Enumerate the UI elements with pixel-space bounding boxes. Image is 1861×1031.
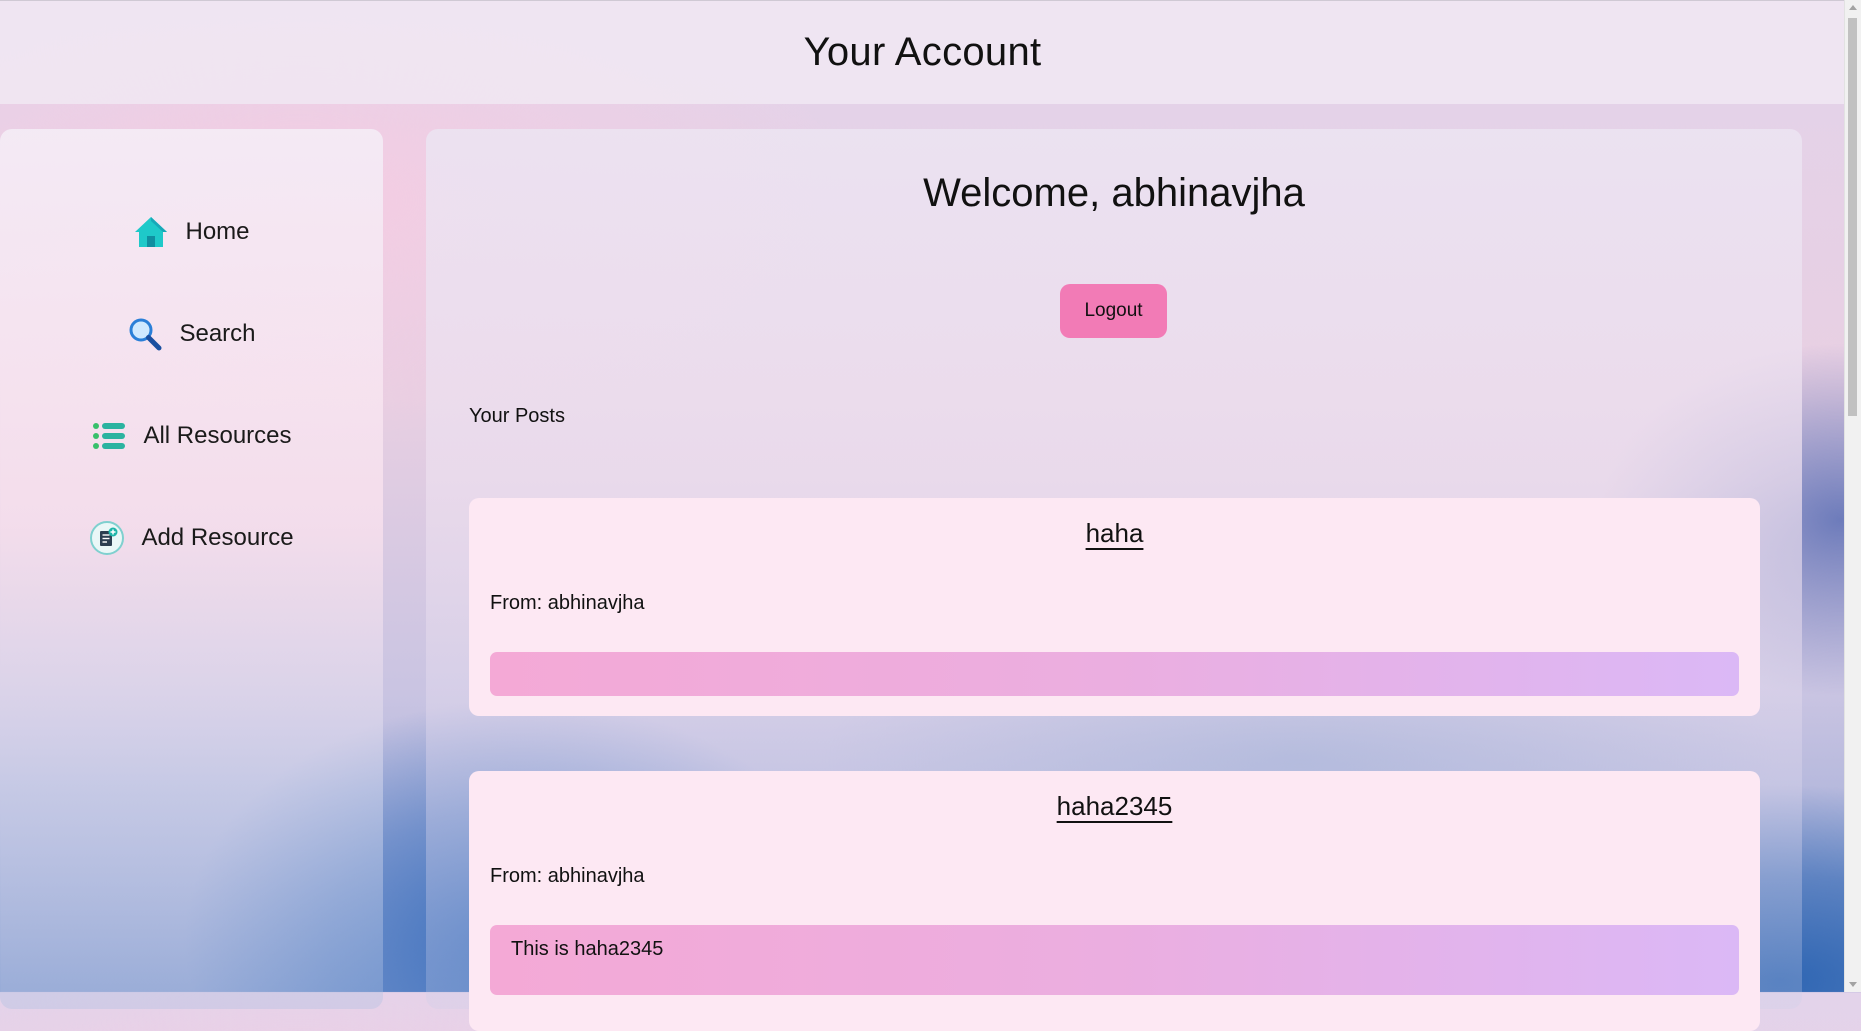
post-title-link[interactable]: haha bbox=[1086, 518, 1144, 548]
page-title: Your Account bbox=[803, 30, 1042, 74]
scroll-down-icon[interactable] bbox=[1849, 982, 1857, 987]
home-icon bbox=[133, 214, 169, 250]
post-body bbox=[490, 652, 1739, 696]
logout-button[interactable]: Logout bbox=[1060, 284, 1167, 338]
post-body: This is haha2345 bbox=[490, 925, 1739, 995]
scrollbar-thumb[interactable] bbox=[1848, 18, 1857, 416]
scroll-up-icon[interactable] bbox=[1849, 5, 1857, 10]
post-title: haha bbox=[469, 518, 1760, 549]
post-author: From: abhinavjha bbox=[490, 865, 645, 887]
post-author: From: abhinavjha bbox=[490, 592, 645, 614]
sidebar-item-search[interactable]: Search bbox=[0, 309, 383, 359]
sidebar-item-label: Add Resource bbox=[141, 524, 294, 551]
welcome-heading: Welcome, abhinavjha bbox=[923, 171, 1305, 215]
list-icon bbox=[91, 418, 127, 454]
post-title-link[interactable]: haha2345 bbox=[1057, 791, 1173, 821]
post-card: haha From: abhinavjha bbox=[469, 498, 1760, 716]
post-card: haha2345 From: abhinavjha This is haha23… bbox=[469, 771, 1760, 1031]
vertical-scrollbar[interactable] bbox=[1844, 0, 1861, 992]
sidebar-item-home[interactable]: Home bbox=[0, 207, 383, 257]
sidebar-item-all-resources[interactable]: All Resources bbox=[0, 411, 383, 461]
sidebar-item-label: All Resources bbox=[143, 422, 292, 449]
post-title: haha2345 bbox=[469, 791, 1760, 822]
sidebar-item-add-resource[interactable]: Add Resource bbox=[0, 513, 383, 563]
page-header: Your Account bbox=[0, 0, 1845, 104]
search-icon bbox=[127, 316, 163, 352]
sidebar-item-label: Search bbox=[179, 320, 256, 347]
add-document-icon bbox=[89, 520, 125, 556]
sidebar-item-label: Home bbox=[185, 218, 250, 245]
posts-heading: Your Posts bbox=[469, 405, 565, 427]
account-panel: Welcome, abhinavjha Logout Your Posts ha… bbox=[426, 129, 1802, 1031]
sidebar: Home Search All Resources Add Resource bbox=[0, 129, 383, 1009]
